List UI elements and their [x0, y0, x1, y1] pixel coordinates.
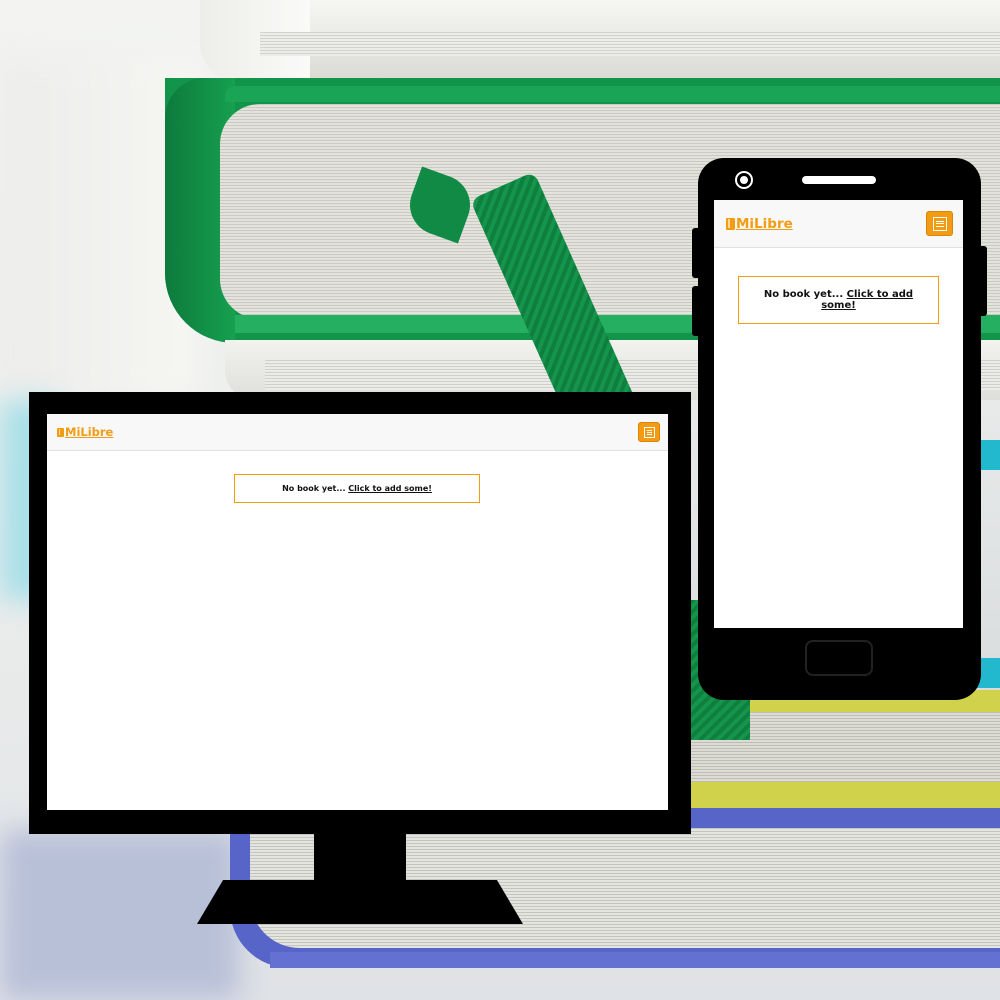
brand-link[interactable]: MiLibre [57, 425, 113, 439]
phone-camera [737, 173, 751, 187]
navbar: MiLibre [714, 200, 963, 248]
book-icon [57, 427, 64, 437]
phone-volume-down-button [692, 286, 700, 336]
brand-name: MiLibre [65, 425, 114, 439]
menu-toggle-button[interactable] [926, 211, 953, 236]
menu-toggle-button[interactable] [638, 422, 660, 442]
empty-message: No book yet... [763, 289, 844, 300]
phone-home-button [805, 640, 873, 676]
hamburger-menu-icon [643, 426, 655, 438]
brand-link[interactable]: MiLibre [726, 216, 793, 232]
desktop-screen: MiLibre No book yet... Click to add some… [47, 414, 668, 810]
add-books-link[interactable]: Click to add some! [348, 484, 432, 493]
empty-library-notice: No book yet... Click to add some! [234, 474, 480, 503]
navbar: MiLibre [47, 414, 668, 451]
empty-message: No book yet... [282, 484, 346, 493]
phone-power-button [979, 246, 987, 316]
brand-name: MiLibre [736, 215, 793, 232]
phone-speaker [802, 176, 876, 184]
mobile-screen: MiLibre No book yet... Click to add some… [714, 200, 963, 628]
bg-book-white-top [200, 0, 1000, 82]
book-icon [726, 217, 735, 230]
monitor-base [197, 880, 523, 924]
empty-library-notice: No book yet... Click to add some! [738, 276, 939, 324]
hamburger-menu-icon [932, 216, 947, 231]
mobile-phone: MiLibre No book yet... Click to add some… [692, 158, 987, 700]
desktop-monitor: MiLibre No book yet... Click to add some… [29, 392, 691, 834]
monitor-neck [314, 833, 406, 881]
phone-volume-up-button [692, 228, 700, 278]
